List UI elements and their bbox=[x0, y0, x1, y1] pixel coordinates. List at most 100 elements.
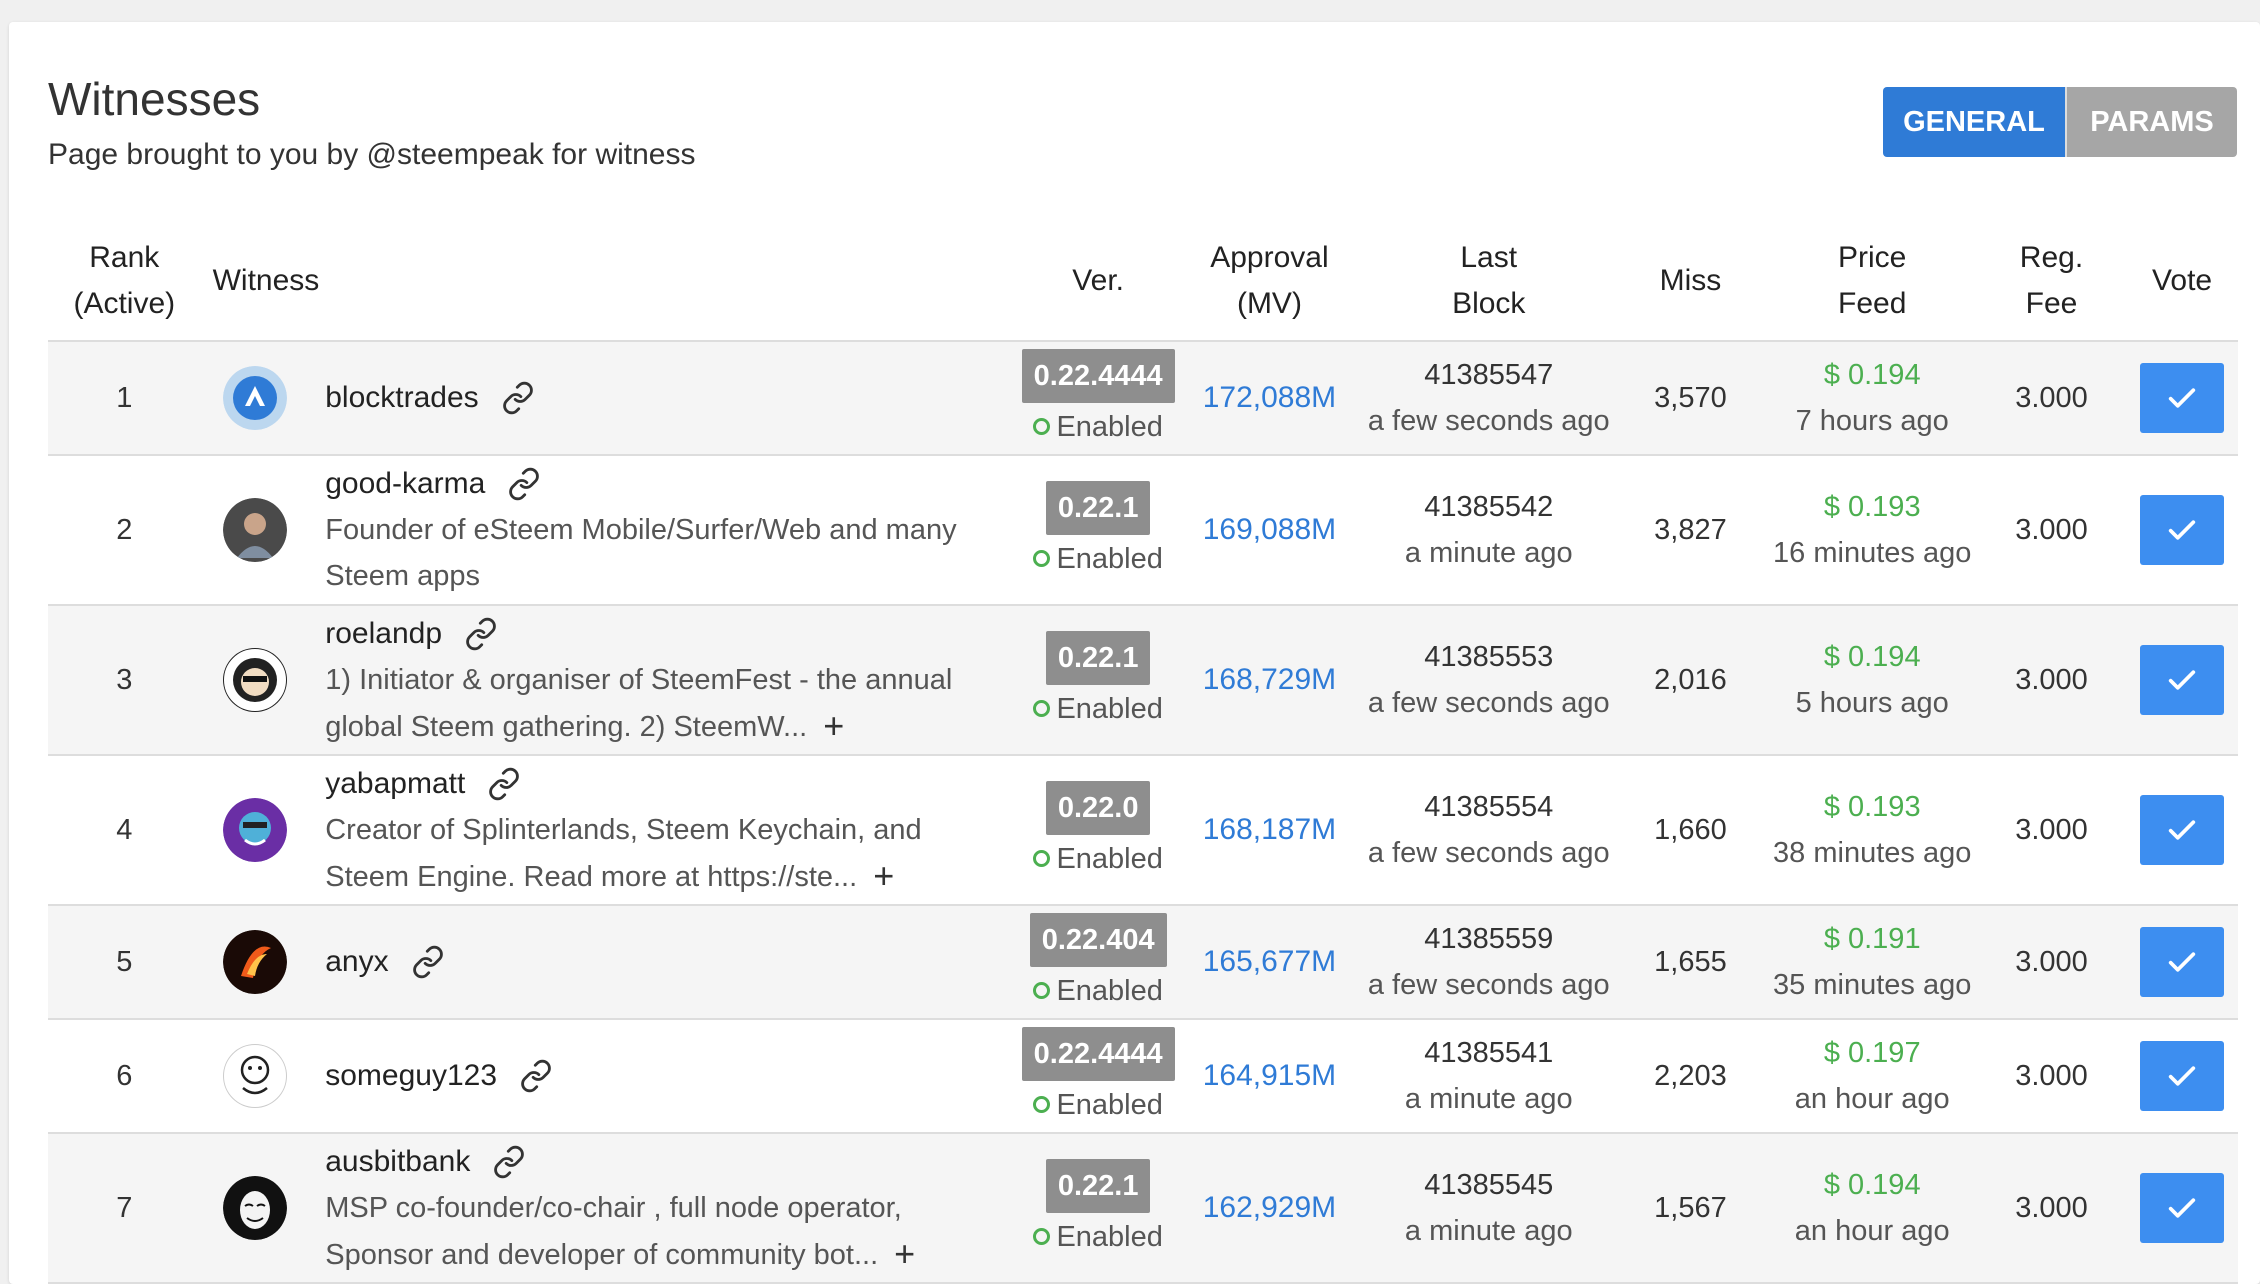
witness-name-link[interactable]: someguy123 bbox=[325, 1053, 497, 1099]
approval-link[interactable]: 165,677M bbox=[1203, 945, 1336, 978]
rank-cell: 5 bbox=[116, 945, 133, 978]
vote-button[interactable] bbox=[2140, 495, 2225, 565]
witness-table: Rank (Active) Witness Ver. Approval (MV) L… bbox=[48, 222, 2238, 1284]
approval-link[interactable]: 169,088M bbox=[1203, 513, 1336, 546]
price-feed-value: $ 0.194 bbox=[1823, 1169, 1921, 1201]
col-approval[interactable]: Approval (MV) bbox=[1174, 222, 1365, 342]
witness-description-2: Steem Engine. Read more at https://ste..… bbox=[325, 860, 858, 893]
good-karma-avatar[interactable] bbox=[223, 498, 288, 562]
price-feed-time: an hour ago bbox=[1794, 1083, 1950, 1115]
tab-general[interactable]: GENERAL bbox=[1883, 87, 2065, 157]
approval-link[interactable]: 172,088M bbox=[1203, 381, 1336, 414]
price-feed-value: $ 0.193 bbox=[1823, 491, 1921, 523]
last-block-number: 41385547 bbox=[1424, 359, 1554, 391]
witness-name-link[interactable]: ausbitbank bbox=[325, 1139, 470, 1185]
col-miss[interactable]: Miss bbox=[1613, 222, 1768, 342]
col-price-feed[interactable]: Price Feed bbox=[1767, 222, 1977, 342]
anyx-avatar[interactable] bbox=[223, 930, 288, 994]
version-badge: 0.22.404 bbox=[1029, 913, 1167, 967]
witness-name-link[interactable]: roelandp bbox=[325, 611, 442, 657]
last-block-time: a few seconds ago bbox=[1367, 837, 1610, 869]
vote-button[interactable] bbox=[2140, 363, 2225, 433]
someguy123-avatar[interactable] bbox=[223, 1044, 288, 1108]
last-block-number: 41385553 bbox=[1424, 641, 1554, 673]
vote-button[interactable] bbox=[2140, 1041, 2225, 1111]
yabapmatt-avatar[interactable] bbox=[223, 798, 288, 862]
witnesses-card: Witnesses Page brought to you by @steemp… bbox=[9, 22, 2260, 1284]
col-vote: Vote bbox=[2126, 222, 2238, 342]
witness-name-link[interactable]: yabapmatt bbox=[325, 761, 465, 807]
table-row: 4 yabapmatt Creator of Splinterlands, St… bbox=[48, 755, 2238, 905]
witness-description: Founder of eSteem Mobile/Surfer/Web and … bbox=[325, 514, 957, 546]
miss-count: 1,655 bbox=[1654, 945, 1727, 978]
col-last-block[interactable]: Last Block bbox=[1364, 222, 1614, 342]
rank-cell: 7 bbox=[116, 1191, 133, 1224]
price-feed-time: an hour ago bbox=[1794, 1215, 1950, 1247]
miss-count: 2,203 bbox=[1654, 1059, 1727, 1092]
approval-link[interactable]: 162,929M bbox=[1203, 1191, 1336, 1224]
price-feed-time: 16 minutes ago bbox=[1773, 537, 1972, 569]
table-row: 7 ausbitbank MSP co-founder/co-chair , f… bbox=[48, 1133, 2238, 1283]
check-icon bbox=[2168, 388, 2196, 408]
reg-fee: 3.000 bbox=[2015, 1191, 2088, 1224]
vote-button[interactable] bbox=[2140, 795, 2225, 865]
price-feed-time: 38 minutes ago bbox=[1773, 837, 1972, 869]
status-enabled: Enabled bbox=[1022, 839, 1175, 879]
link-icon[interactable] bbox=[507, 467, 541, 501]
price-feed-time: 35 minutes ago bbox=[1773, 969, 1972, 1001]
reg-fee: 3.000 bbox=[2015, 1059, 2088, 1092]
miss-count: 3,827 bbox=[1654, 513, 1727, 546]
expand-plus-icon[interactable]: + bbox=[894, 1231, 915, 1277]
link-icon[interactable] bbox=[492, 1145, 526, 1179]
status-dot-icon bbox=[1033, 1096, 1051, 1113]
col-witness[interactable]: Witness bbox=[200, 222, 1022, 342]
page-subtitle: Page brought to you by @steempeak for wi… bbox=[48, 138, 696, 171]
last-block-number: 41385554 bbox=[1424, 791, 1554, 823]
approval-link[interactable]: 164,915M bbox=[1203, 1059, 1336, 1092]
check-icon bbox=[2168, 952, 2196, 972]
miss-count: 2,016 bbox=[1654, 663, 1727, 696]
price-feed-value: $ 0.194 bbox=[1823, 641, 1921, 673]
status-enabled: Enabled bbox=[1022, 1085, 1175, 1125]
tab-params[interactable]: PARAMS bbox=[2065, 87, 2237, 157]
check-icon bbox=[2168, 1198, 2196, 1218]
last-block-time: a few seconds ago bbox=[1367, 687, 1610, 719]
witness-name-link[interactable]: blocktrades bbox=[325, 375, 478, 421]
expand-plus-icon[interactable]: + bbox=[823, 703, 844, 749]
miss-count: 3,570 bbox=[1654, 381, 1727, 414]
miss-count: 1,660 bbox=[1654, 813, 1727, 846]
witness-name-link[interactable]: anyx bbox=[325, 939, 388, 985]
link-icon[interactable] bbox=[519, 1059, 553, 1093]
rank-cell: 2 bbox=[116, 513, 133, 546]
status-enabled: Enabled bbox=[1022, 539, 1175, 579]
link-icon[interactable] bbox=[411, 945, 445, 979]
expand-plus-icon[interactable]: + bbox=[873, 853, 894, 899]
ausbitbank-avatar[interactable] bbox=[223, 1176, 288, 1240]
witness-name-link[interactable]: good-karma bbox=[325, 461, 485, 507]
price-feed-value: $ 0.193 bbox=[1823, 791, 1921, 823]
table-row: 5 anyx 0.22.404 Enabled 165,677M 4138555… bbox=[48, 905, 2238, 1019]
link-icon[interactable] bbox=[501, 381, 535, 415]
col-ver[interactable]: Ver. bbox=[1021, 222, 1175, 342]
vote-button[interactable] bbox=[2140, 645, 2225, 715]
link-icon[interactable] bbox=[487, 767, 521, 801]
last-block-number: 41385545 bbox=[1424, 1169, 1554, 1201]
vote-button[interactable] bbox=[2140, 1173, 2225, 1243]
blocktrades-avatar[interactable] bbox=[223, 366, 288, 430]
roelandp-avatar[interactable] bbox=[223, 648, 288, 712]
table-header-row: Rank (Active) Witness Ver. Approval (MV) L… bbox=[48, 222, 2238, 342]
col-reg-fee[interactable]: Reg. Fee bbox=[1976, 222, 2127, 342]
last-block-time: a minute ago bbox=[1404, 537, 1573, 569]
version-badge: 0.22.1 bbox=[1045, 1159, 1151, 1213]
col-rank[interactable]: Rank (Active) bbox=[48, 222, 201, 342]
last-block-number: 41385541 bbox=[1424, 1037, 1554, 1069]
check-icon bbox=[2168, 820, 2196, 840]
view-tabs: GENERAL PARAMS bbox=[1883, 87, 2237, 157]
table-row: 6 someguy123 0.22.4444 Enabled 164,915M … bbox=[48, 1019, 2238, 1133]
last-block-time: a minute ago bbox=[1404, 1215, 1573, 1247]
status-enabled: Enabled bbox=[1022, 407, 1175, 447]
link-icon[interactable] bbox=[464, 617, 498, 651]
approval-link[interactable]: 168,729M bbox=[1203, 663, 1336, 696]
vote-button[interactable] bbox=[2140, 927, 2225, 997]
approval-link[interactable]: 168,187M bbox=[1203, 813, 1336, 846]
